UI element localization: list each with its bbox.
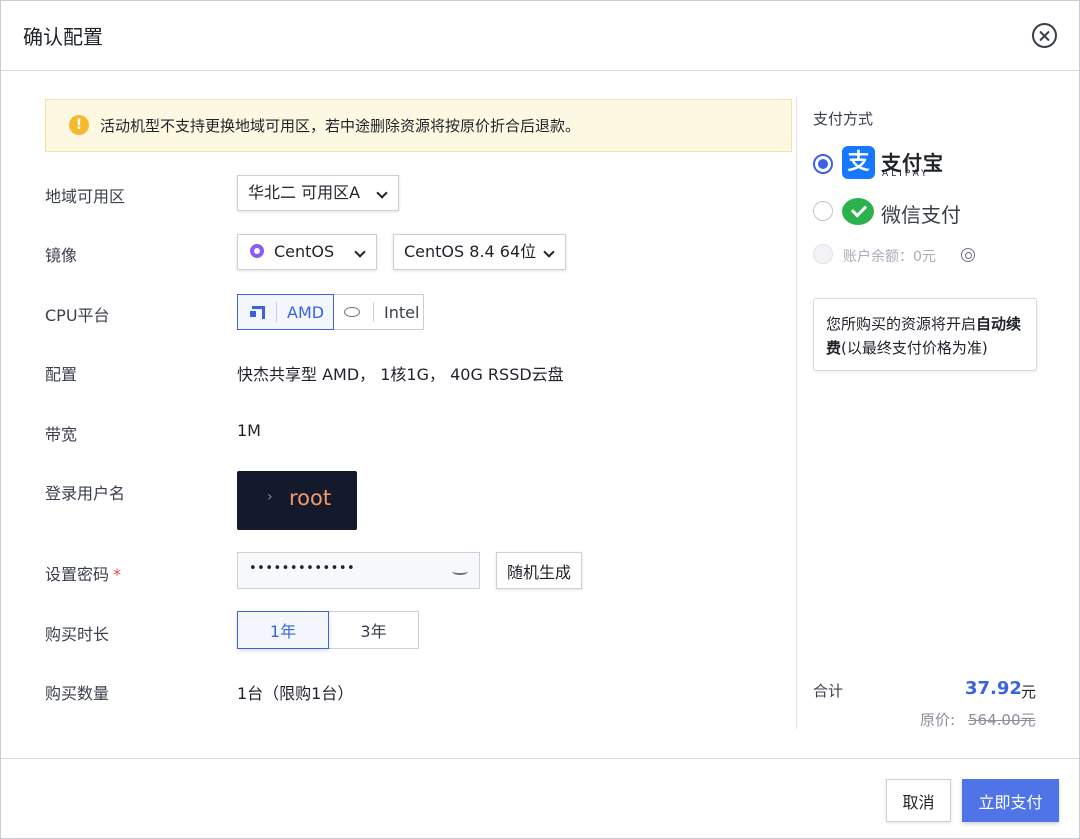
chevron-down-icon [376,187,388,199]
cpu-option-amd[interactable]: AMD [237,294,334,330]
generate-password-button[interactable]: 随机生成 [496,552,582,589]
wechat-pay-radio[interactable] [813,201,833,221]
dialog-header: 确认配置 [1,1,1079,71]
password-label: 设置密码 * [45,561,121,585]
cpu-option-amd-label: AMD [287,302,325,322]
bandwidth-label: 带宽 [45,425,78,444]
chevron-down-icon [543,246,555,258]
terminal-prompt-icon: › [267,489,273,505]
renew-note-suffix: (以最终支付价格为准) [841,339,988,357]
config-label: 配置 [45,365,78,384]
region-value: 华北二 可用区A [248,183,361,202]
original-price-label: 原价: [920,711,956,729]
duration-option-1-year[interactable]: 1年 [237,611,329,649]
payment-method-title: 支付方式 [813,110,874,128]
duration-option-3-year[interactable]: 3年 [328,611,419,649]
divider [276,302,277,322]
quantity-label: 购买数量 [45,684,110,703]
close-icon[interactable] [1032,23,1057,48]
image-label: 镜像 [45,246,78,265]
region-select[interactable]: 华北二 可用区A [237,175,399,211]
cpu-label: CPU平台 [45,306,110,325]
amd-logo-icon [250,306,265,319]
password-input[interactable]: ••••••••••••• [237,552,480,589]
alipay-radio[interactable] [813,154,833,174]
footer-divider [1,758,1079,759]
intel-logo-icon [344,307,360,317]
dialog-title: 确认配置 [23,25,103,49]
total-label: 合计 [813,682,844,700]
renew-note-prefix: 您所购买的资源将开启 [826,315,977,333]
divider [373,302,374,322]
os-select[interactable]: CentOS [237,234,377,270]
wechat-pay-label: 微信支付 [881,203,961,227]
balance-radio [813,244,833,264]
login-username-terminal: › root [237,471,357,530]
cpu-option-intel[interactable]: Intel [333,295,423,329]
chevron-down-icon [354,246,366,258]
os-version-select[interactable]: CentOS 8.4 64位 [393,234,566,270]
required-mark: * [113,565,122,584]
os-value: CentOS [274,242,335,261]
eye-closed-icon[interactable] [452,568,468,575]
quantity-value: 1台（限购1台） [237,684,354,703]
panel-divider [796,97,797,729]
centos-logo-icon [250,244,264,258]
cpu-option-intel-label: Intel [384,302,420,322]
warning-icon: ! [69,115,89,135]
region-label: 地域可用区 [45,187,126,206]
config-value: 快杰共享型 AMD， 1核1G， 40G RSSD云盘 [237,365,564,384]
cpu-platform-toggle: AMD Intel [237,294,424,330]
wechat-icon [842,198,874,225]
auto-renew-note: 您所购买的资源将开启自动续费(以最终支付价格为准) [813,298,1037,371]
password-label-text: 设置密码 [45,565,110,584]
total-amount: 37.92 [965,678,1022,699]
activity-notice: ! 活动机型不支持更换地域可用区，若中途删除资源将按原价折合后退款。 [45,99,792,152]
alipay-sub-label: ALIPAY [882,169,930,179]
login-username-value: root [289,486,332,510]
balance-label: 账户余额：0元 [843,249,936,265]
recharge-icon[interactable] [961,248,975,262]
os-version-value: CentOS 8.4 64位 [404,242,537,261]
pay-now-button[interactable]: 立即支付 [962,779,1059,822]
notice-text: 活动机型不支持更换地域可用区，若中途删除资源将按原价折合后退款。 [100,117,581,135]
total-unit: 元 [1021,683,1037,701]
cancel-button[interactable]: 取消 [886,779,951,822]
login-user-label: 登录用户名 [45,484,126,503]
confirm-config-dialog: 确认配置 ! 活动机型不支持更换地域可用区，若中途删除资源将按原价折合后退款。 … [0,0,1080,839]
password-masked-value: ••••••••••••• [249,561,356,576]
duration-label: 购买时长 [45,625,110,644]
alipay-icon: 支 [842,146,875,179]
bandwidth-value: 1M [237,421,261,440]
original-price: 564.00元 [968,711,1036,729]
